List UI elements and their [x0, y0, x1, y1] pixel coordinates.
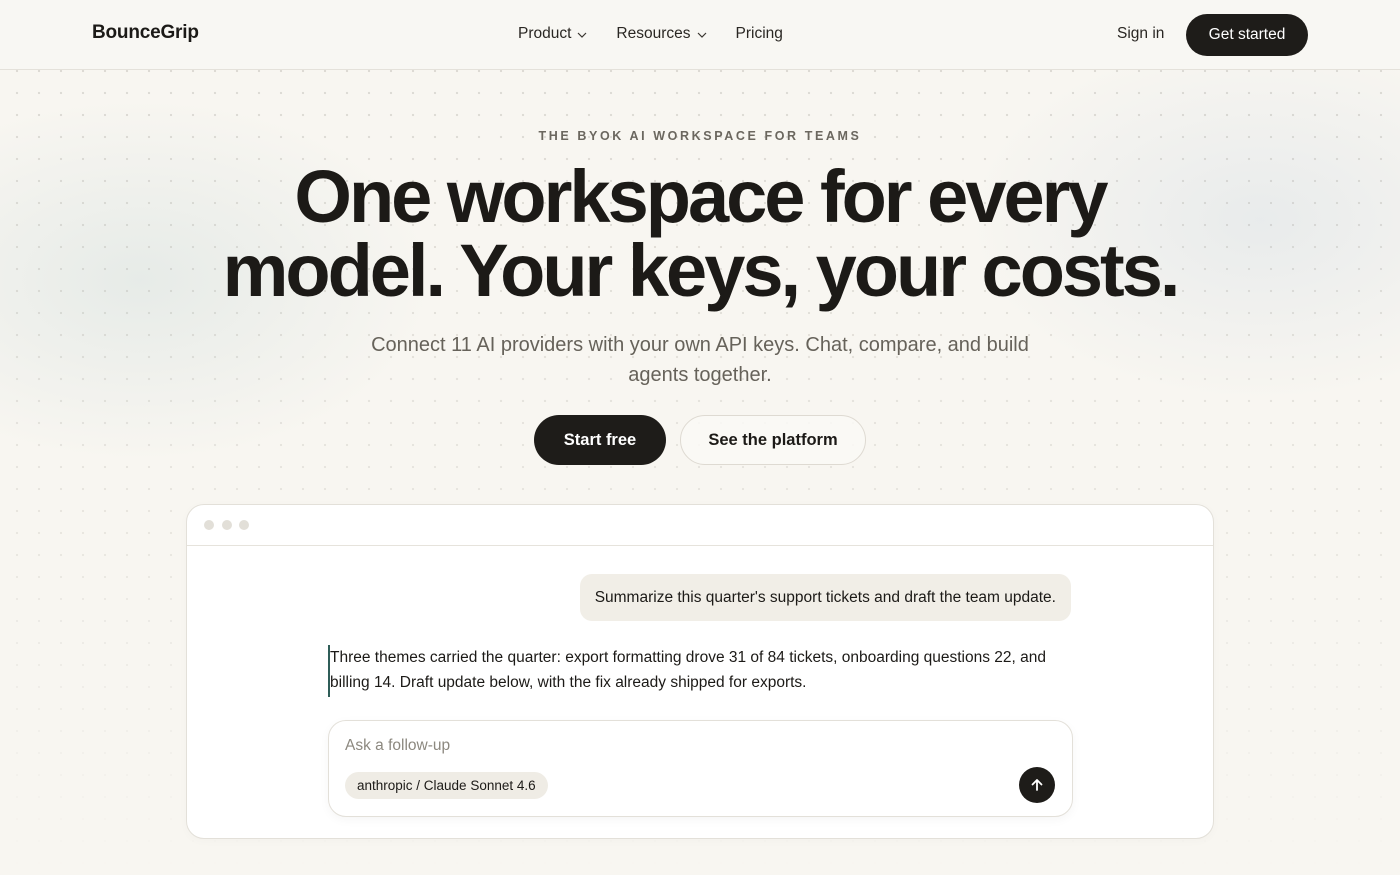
nav-links: Product Resources Pricing [518, 25, 783, 43]
see-platform-button[interactable]: See the platform [680, 415, 866, 465]
brand-logo[interactable]: BounceGrip [92, 22, 199, 44]
hero-headline: One workspace for every model. Your keys… [150, 160, 1250, 308]
top-navigation: BounceGrip Product Resources Pricing Sig… [0, 0, 1400, 70]
nav-item-product-label: Product [518, 25, 572, 42]
send-button[interactable] [1019, 767, 1055, 803]
app-preview-window: Summarize this quarter's support tickets… [186, 504, 1214, 839]
window-dot-icon [239, 520, 249, 530]
user-message-bubble: Summarize this quarter's support tickets… [579, 574, 1071, 621]
window-dot-icon [222, 520, 232, 530]
model-selector-chip[interactable]: anthropic / Claude Sonnet 4.6 [345, 772, 548, 799]
nav-item-pricing[interactable]: Pricing [736, 25, 783, 43]
assistant-reply: Three themes carried the quarter: export… [330, 649, 1046, 691]
hero-subhead: Connect 11 AI providers with your own AP… [371, 334, 1029, 386]
start-free-button[interactable]: Start free [534, 415, 666, 465]
hero-headline-line-2: model. Your keys, your costs. [222, 229, 1181, 312]
hero-eyebrow: THE BYOK AI WORKSPACE FOR TEAMS [538, 129, 862, 143]
sign-in-link[interactable]: Sign in [1117, 25, 1164, 43]
composer: anthropic / Claude Sonnet 4.6 [328, 720, 1073, 817]
nav-item-pricing-label: Pricing [735, 25, 783, 42]
nav-item-resources[interactable]: Resources [616, 25, 707, 43]
hero-headline-line-1: One workspace for every [294, 155, 1108, 238]
window-title-bar [187, 505, 1213, 546]
nav-item-product[interactable]: Product [518, 25, 588, 43]
arrow-up-icon [1031, 779, 1043, 791]
get-started-button[interactable]: Get started [1186, 14, 1308, 56]
chevron-down-icon [577, 32, 587, 38]
follow-up-input[interactable] [345, 734, 945, 758]
chevron-down-icon [697, 32, 706, 38]
nav-item-resources-label: Resources [616, 25, 691, 42]
window-dot-icon [204, 520, 214, 530]
